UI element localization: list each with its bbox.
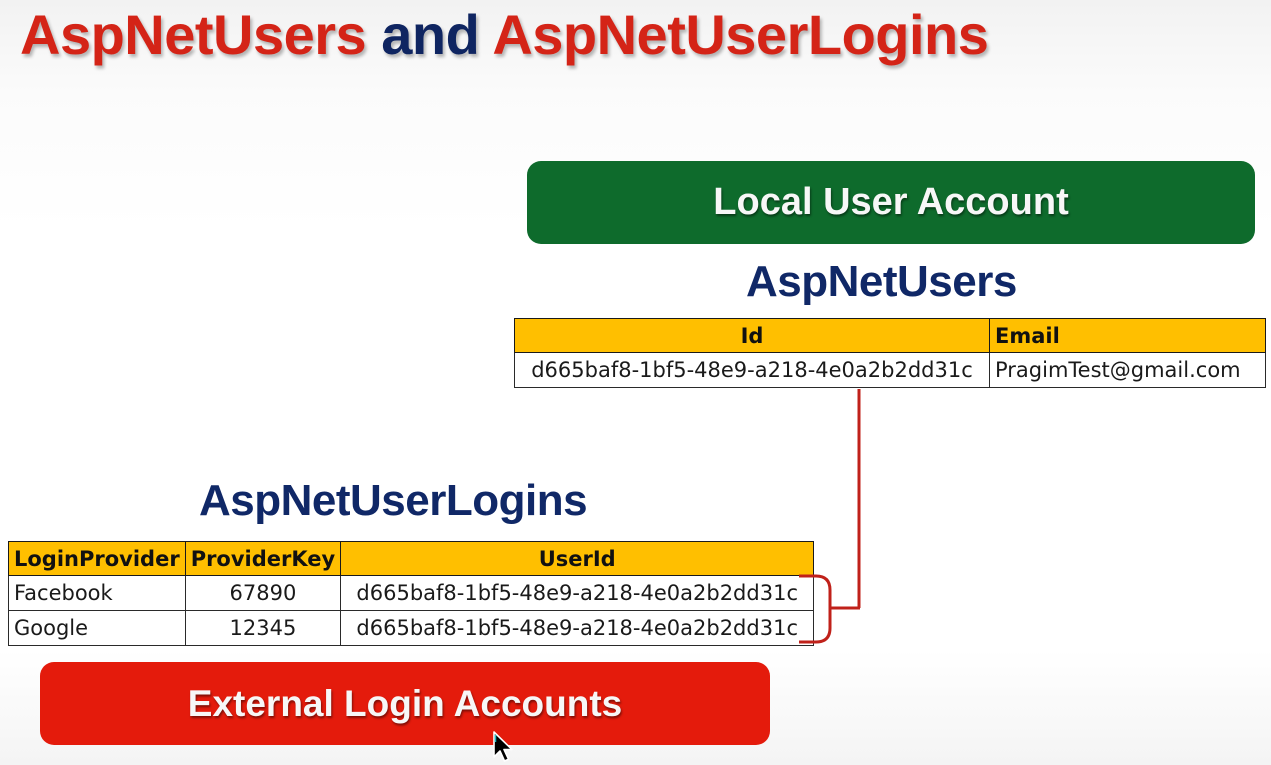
title-users: AspNetUsers xyxy=(20,3,367,66)
cell-user-email: PragimTest@gmail.com xyxy=(989,352,1266,388)
column-header-loginprovider: LoginProvider xyxy=(8,541,186,576)
cell-login-provider: Facebook xyxy=(8,575,186,611)
mouse-pointer-icon xyxy=(493,731,513,762)
external-login-accounts-label: External Login Accounts xyxy=(187,682,623,724)
external-login-accounts-banner: External Login Accounts xyxy=(40,662,770,745)
cell-user-id: d665baf8-1bf5-48e9-a218-4e0a2b2dd31c xyxy=(514,352,990,388)
column-header-userid: UserId xyxy=(340,541,815,576)
local-user-account-label: Local User Account xyxy=(713,181,1069,223)
aspnetusers-table: Id Email d665baf8-1bf5-48e9-a218-4e0a2b2… xyxy=(514,318,1266,388)
aspnetuserlogins-heading: AspNetUserLogins xyxy=(199,476,588,525)
column-header-providerkey: ProviderKey xyxy=(184,541,342,576)
table-row: Google 12345 d665baf8-1bf5-48e9-a218-4e0… xyxy=(8,610,815,646)
cell-provider-key: 67890 xyxy=(184,575,342,611)
title-and: and xyxy=(381,3,480,66)
title-userlogins: AspNetUserLogins xyxy=(492,3,989,66)
slide-title: AspNetUsers and AspNetUserLogins xyxy=(20,2,989,67)
table-header-row: Id Email xyxy=(514,318,1266,353)
cell-login-user-id: d665baf8-1bf5-48e9-a218-4e0a2b2dd31c xyxy=(340,575,815,611)
cell-login-user-id: d665baf8-1bf5-48e9-a218-4e0a2b2dd31c xyxy=(340,610,815,646)
table-header-row: LoginProvider ProviderKey UserId xyxy=(8,541,815,576)
table-row: d665baf8-1bf5-48e9-a218-4e0a2b2dd31c Pra… xyxy=(514,352,1266,388)
cell-provider-key: 12345 xyxy=(184,610,342,646)
column-header-email: Email xyxy=(989,318,1266,353)
aspnetuserlogins-table: LoginProvider ProviderKey UserId Faceboo… xyxy=(8,541,815,646)
cell-login-provider: Google xyxy=(8,610,186,646)
column-header-id: Id xyxy=(514,318,990,353)
aspnetusers-heading: AspNetUsers xyxy=(746,257,1017,306)
table-row: Facebook 67890 d665baf8-1bf5-48e9-a218-4… xyxy=(8,575,815,611)
local-user-account-banner: Local User Account xyxy=(527,161,1255,244)
